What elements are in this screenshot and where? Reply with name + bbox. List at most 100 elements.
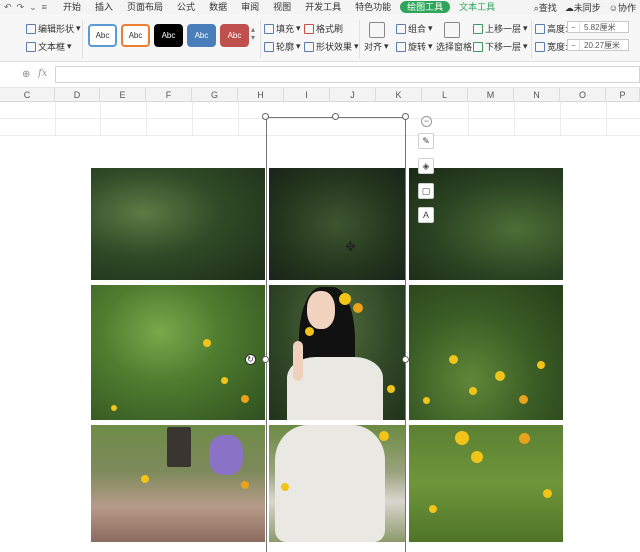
column-header-k[interactable]: K (376, 88, 422, 102)
tab-insert[interactable]: 插入 (88, 0, 120, 14)
column-header-d[interactable]: D (55, 88, 100, 102)
shape-style-3[interactable]: Abc (154, 24, 183, 47)
shape-effects-label: 形状效果 (316, 42, 353, 52)
shape-style-2[interactable]: Abc (121, 24, 150, 47)
resize-handle-top-left[interactable] (262, 113, 269, 120)
minus-icon[interactable]: − (568, 22, 580, 32)
column-header-o[interactable]: O (560, 88, 606, 102)
sync-button[interactable]: ☁未同步 (565, 1, 601, 14)
style-scroll-icon[interactable]: ▴ ▾ (251, 26, 255, 42)
tab-formulas[interactable]: 公式 (170, 0, 202, 14)
chevron-down-icon: ▾ (296, 41, 301, 51)
height-input[interactable]: − 5.82厘米 (567, 21, 629, 33)
photo-tile-6[interactable] (409, 285, 563, 420)
ribbon-divider (260, 20, 261, 58)
fx-icon[interactable]: fx (38, 68, 47, 79)
column-header-j[interactable]: J (330, 88, 376, 102)
column-header-e[interactable]: E (100, 88, 146, 102)
chevron-down-icon: ▾ (67, 41, 72, 51)
formula-input[interactable] (55, 66, 640, 83)
rotate-button[interactable]: 旋转 ▾ (396, 40, 433, 53)
tab-text-tools[interactable]: 文本工具 (452, 0, 502, 14)
resize-handle-left[interactable] (262, 356, 269, 363)
shape-style-5[interactable]: Abc (220, 24, 249, 47)
chevron-down-icon: ▾ (523, 23, 528, 33)
tab-page-layout[interactable]: 页面布局 (120, 0, 170, 14)
flower-shape (495, 371, 505, 381)
height-label: 高度: (547, 24, 568, 34)
tab-view[interactable]: 视图 (266, 0, 298, 14)
align-button[interactable]: 对齐 ▾ (364, 40, 389, 53)
edit-shape-button[interactable]: 编辑形状 ▾ (26, 22, 81, 35)
grid-line (606, 102, 607, 136)
undo-icon[interactable]: ↶ (4, 2, 12, 13)
column-header-g[interactable]: G (192, 88, 238, 102)
menu-icon[interactable]: ≡ (42, 2, 47, 13)
flower-shape (469, 387, 477, 395)
outline-button[interactable]: 轮廓 ▾ (264, 40, 301, 53)
search-button[interactable]: ⌕查找 (534, 1, 557, 14)
bring-forward-icon (473, 23, 483, 34)
lavender-shape (209, 435, 243, 475)
pen-icon[interactable]: ✎ (418, 133, 434, 149)
column-header-c[interactable]: C (0, 88, 55, 102)
tab-home[interactable]: 开始 (56, 0, 88, 14)
tab-drawing-tools[interactable]: 绘图工具 (400, 1, 451, 13)
tab-special[interactable]: 特色功能 (348, 0, 398, 14)
outline-label: 轮廓 (276, 42, 295, 52)
selection-pane-button[interactable]: 选择窗格 (436, 40, 472, 53)
column-headers: C D E F G H I J K L M N O P (0, 88, 640, 102)
rotate-icon (396, 41, 406, 52)
send-backward-label: 下移一层 (485, 42, 522, 52)
selection-frame[interactable] (266, 117, 406, 552)
column-header-h[interactable]: H (238, 88, 284, 102)
fill-button[interactable]: 填充 ▾ (264, 22, 301, 35)
resize-handle-top-right[interactable] (402, 113, 409, 120)
photo-tile-4[interactable] (91, 285, 265, 420)
column-header-i[interactable]: I (284, 88, 330, 102)
flower-shape (543, 489, 552, 498)
dropdown-icon[interactable]: ⌄ (29, 2, 37, 13)
resize-handle-right[interactable] (402, 356, 409, 363)
chevron-down-icon: ▾ (428, 41, 433, 51)
bring-forward-button[interactable]: 上移一层 ▾ (473, 22, 528, 35)
flower-shape (241, 481, 249, 489)
width-input[interactable]: − 20.27厘米 (567, 39, 629, 51)
formula-bar: ⊕ fx (0, 62, 640, 88)
text-box-button[interactable]: 文本框 ▾ (26, 40, 72, 53)
photo-tile-1[interactable] (91, 168, 265, 280)
menu-right-group: ⌕查找 ☁未同步 ☺协作 (534, 1, 640, 14)
tab-review[interactable]: 审阅 (234, 0, 266, 14)
shape-effects-button[interactable]: 形状效果 ▾ (304, 40, 359, 53)
text-wrap-icon[interactable]: A (418, 207, 434, 223)
send-backward-button[interactable]: 下移一层 ▾ (473, 40, 528, 53)
format-brush-button[interactable]: 格式刷 (304, 22, 343, 35)
collab-button[interactable]: ☺协作 (609, 1, 636, 14)
column-header-l[interactable]: L (422, 88, 468, 102)
photo-tile-9[interactable] (409, 425, 563, 542)
collapse-icon[interactable]: − (421, 116, 432, 127)
shape-style-1[interactable]: Abc (88, 24, 117, 47)
group-label: 组合 (408, 24, 427, 34)
resize-handle-top[interactable] (332, 113, 339, 120)
tab-data[interactable]: 数据 (202, 0, 234, 14)
photo-tile-7[interactable] (91, 425, 265, 542)
bring-forward-label: 上移一层 (485, 24, 522, 34)
minus-icon[interactable]: − (568, 40, 580, 50)
column-header-f[interactable]: F (146, 88, 192, 102)
column-header-n[interactable]: N (514, 88, 560, 102)
column-header-p[interactable]: P (606, 88, 640, 102)
tab-developer[interactable]: 开发工具 (298, 0, 348, 14)
shape-style-4[interactable]: Abc (187, 24, 216, 47)
zoom-icon[interactable]: ⊕ (22, 69, 30, 80)
redo-icon[interactable]: ↷ (17, 2, 25, 13)
flower-shape (203, 339, 211, 347)
sync-label: 未同步 (573, 2, 601, 13)
edit-shape-label: 编辑形状 (38, 24, 75, 34)
frame-icon[interactable]: ▢ (418, 183, 434, 199)
fill-icon[interactable]: ◈ (418, 158, 434, 174)
outline-icon (264, 41, 274, 52)
rotate-handle-icon[interactable]: ↻ (245, 354, 256, 365)
group-button[interactable]: 组合 ▾ (396, 22, 433, 35)
column-header-m[interactable]: M (468, 88, 514, 102)
